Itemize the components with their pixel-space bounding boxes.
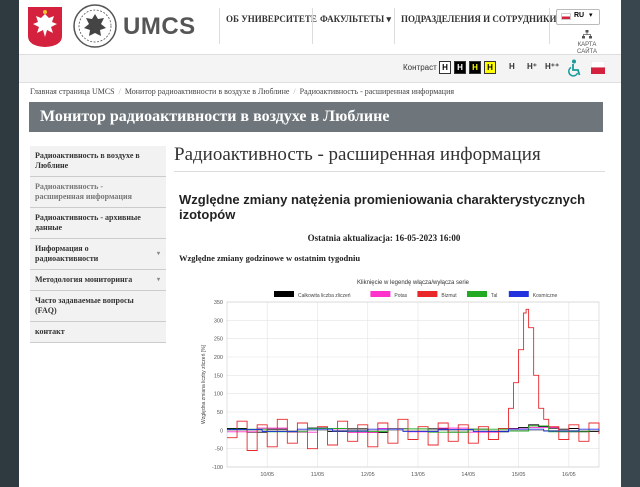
x-tick-label: 16/05 xyxy=(562,472,576,478)
y-axis-label: Względna zmiana liczby zliczeń [%] xyxy=(201,344,207,424)
sidebar-item-label: Радиоактивность - архивные данные xyxy=(35,213,141,232)
section-title: Względne zmiany natężenia promieniowania… xyxy=(179,192,586,222)
nav-separator xyxy=(549,8,550,44)
x-tick-label: 14/05 xyxy=(461,472,475,478)
brand-wordmark[interactable]: UMCS xyxy=(123,13,196,41)
x-tick-label: 15/05 xyxy=(512,472,526,478)
russian-flag-icon xyxy=(561,13,571,20)
legend-swatch[interactable] xyxy=(508,291,529,297)
nav-separator xyxy=(394,8,395,44)
contrast-yellow-black-button[interactable]: Н xyxy=(484,61,496,74)
page-title: Монитор радиоактивности в воздухе в Любл… xyxy=(40,108,390,125)
sidebar-menu: Радиоактивность в воздухе в Люблине Радио… xyxy=(30,146,166,343)
content-heading: Радиоактивность - расширенная информация xyxy=(174,144,541,165)
legend-swatch[interactable] xyxy=(467,291,487,297)
font-size-large-button[interactable]: Н⁺ xyxy=(527,62,537,71)
heading-divider xyxy=(174,171,605,172)
breadcrumb-current: Радиоактивность - расширенная информация xyxy=(299,87,455,96)
wheelchair-accessibility-icon[interactable] xyxy=(567,59,581,77)
page-title-bar: Монитор радиоактивности в воздухе в Любл… xyxy=(29,102,603,132)
sidebar-item[interactable]: Радиоактивность - архивные данные xyxy=(30,208,166,239)
legend-label[interactable]: Potas xyxy=(394,293,407,299)
language-code: RU xyxy=(574,12,585,19)
sitemap-link[interactable]: КАРТА САЙТА xyxy=(567,30,607,56)
legend-label[interactable]: Całkowita liczba zliczeń xyxy=(298,293,351,299)
chevron-down-icon: ▾ xyxy=(589,12,593,19)
browser-viewport: UMCS ОБ УНИВЕРСИТЕТЕ ФАКУЛЬТЕТЫ ▾ ПОДРАЗ… xyxy=(19,0,621,487)
y-tick-label: -50 xyxy=(215,447,223,453)
legend-swatch[interactable] xyxy=(274,291,294,297)
polish-flag-icon[interactable] xyxy=(591,61,605,74)
chart-subtitle: Względne zmiany godzinowe w ostatnim tyg… xyxy=(179,253,361,263)
legend-label[interactable]: Bizmut xyxy=(441,293,457,299)
x-tick-label: 10/05 xyxy=(260,472,274,478)
sidebar-item-label: Информация о радиоактивности xyxy=(35,244,99,263)
y-tick-label: 0 xyxy=(220,428,223,434)
isotope-change-chart: Kliknięcie w legendę włącza/wyłącza seri… xyxy=(201,280,600,478)
breadcrumb-home[interactable]: Главная страница UMCS xyxy=(30,87,115,96)
y-tick-label: 250 xyxy=(214,337,223,343)
sidebar-item[interactable]: Часто задаваемые вопросы (FAQ) xyxy=(30,291,166,322)
nav-separator xyxy=(219,8,220,44)
last-update-text: Ostatnia aktualizacja: 16-05-2023 16:00 xyxy=(307,233,461,243)
legend-swatch[interactable] xyxy=(417,291,438,297)
language-select[interactable]: RU ▾ xyxy=(556,9,600,25)
y-tick-label: 50 xyxy=(217,410,223,416)
legend-swatch[interactable] xyxy=(370,291,391,297)
chevron-down-icon: ▾ xyxy=(156,251,160,257)
window-edge xyxy=(621,0,640,487)
legend-label[interactable]: Tal xyxy=(491,293,497,299)
polish-eagle-emblem-icon xyxy=(28,7,62,47)
site-header: UMCS ОБ УНИВЕРСИТЕТЕ ФАКУЛЬТЕТЫ ▾ ПОДРАЗ… xyxy=(19,0,621,55)
chevron-down-icon: ▾ xyxy=(156,277,160,283)
y-tick-label: 100 xyxy=(214,392,223,398)
sitemap-icon xyxy=(582,30,592,39)
breadcrumb: Главная страница UMCS / Монитор радиоактив… xyxy=(30,87,455,96)
sidebar-item[interactable]: Методология мониторинга ▾ xyxy=(30,270,166,291)
sidebar-item-label: Часто задаваемые вопросы (FAQ) xyxy=(35,296,134,315)
nav-item-units[interactable]: ПОДРАЗДЕЛЕНИЯ И СОТРУДНИКИ xyxy=(401,14,557,24)
sidebar-item[interactable]: Информация о радиоактивности ▾ xyxy=(30,239,166,270)
font-size-xlarge-button[interactable]: Н⁺⁺ xyxy=(545,62,559,71)
sidebar-item-label: Радиоактивность - расширенная информация xyxy=(35,182,132,201)
sidebar-item-label: Радиоактивность в воздухе в Люблине xyxy=(35,151,140,170)
sidebar-item-label: контакт xyxy=(35,327,65,336)
y-tick-label: -100 xyxy=(212,465,223,471)
contrast-label: Контраст xyxy=(403,63,437,72)
sidebar-item-label: Методология мониторинга xyxy=(35,275,133,284)
umcs-seal-logo-icon xyxy=(73,4,117,48)
breadcrumb-monitor[interactable]: Монитор радиоактивности в воздухе в Любл… xyxy=(125,87,290,96)
x-tick-label: 11/05 xyxy=(311,472,324,478)
contrast-black-white-button[interactable]: Н xyxy=(454,61,466,74)
chart-title: Kliknięcie w legendę włącza/wyłącza seri… xyxy=(357,280,470,286)
y-tick-label: 350 xyxy=(214,300,223,306)
font-size-normal-button[interactable]: Н xyxy=(509,62,515,71)
sidebar-item[interactable]: Радиоактивность в воздухе в Люблине xyxy=(30,146,166,177)
x-tick-label: 12/05 xyxy=(361,472,375,478)
nav-separator xyxy=(312,8,313,44)
sidebar-item[interactable]: контакт xyxy=(30,322,166,343)
y-tick-label: 300 xyxy=(214,318,223,324)
contrast-black-yellow-button[interactable]: Н xyxy=(469,61,481,74)
nav-item-faculties[interactable]: ФАКУЛЬТЕТЫ ▾ xyxy=(320,14,391,25)
y-tick-label: 200 xyxy=(214,355,223,361)
contrast-normal-button[interactable]: Н xyxy=(439,61,451,74)
nav-item-about[interactable]: ОБ УНИВЕРСИТЕТЕ xyxy=(226,14,317,24)
plot-area xyxy=(226,301,600,468)
sidebar-item[interactable]: Радиоактивность - расширенная информация xyxy=(30,177,166,208)
legend-label[interactable]: Kosmiczne xyxy=(533,293,558,299)
x-tick-label: 13/05 xyxy=(411,472,425,478)
y-tick-label: 150 xyxy=(214,373,223,379)
accessibility-bar: Контраст Н Н Н Н Н Н⁺ Н⁺⁺ xyxy=(19,55,621,83)
sitemap-label-line1: КАРТА xyxy=(577,42,597,48)
